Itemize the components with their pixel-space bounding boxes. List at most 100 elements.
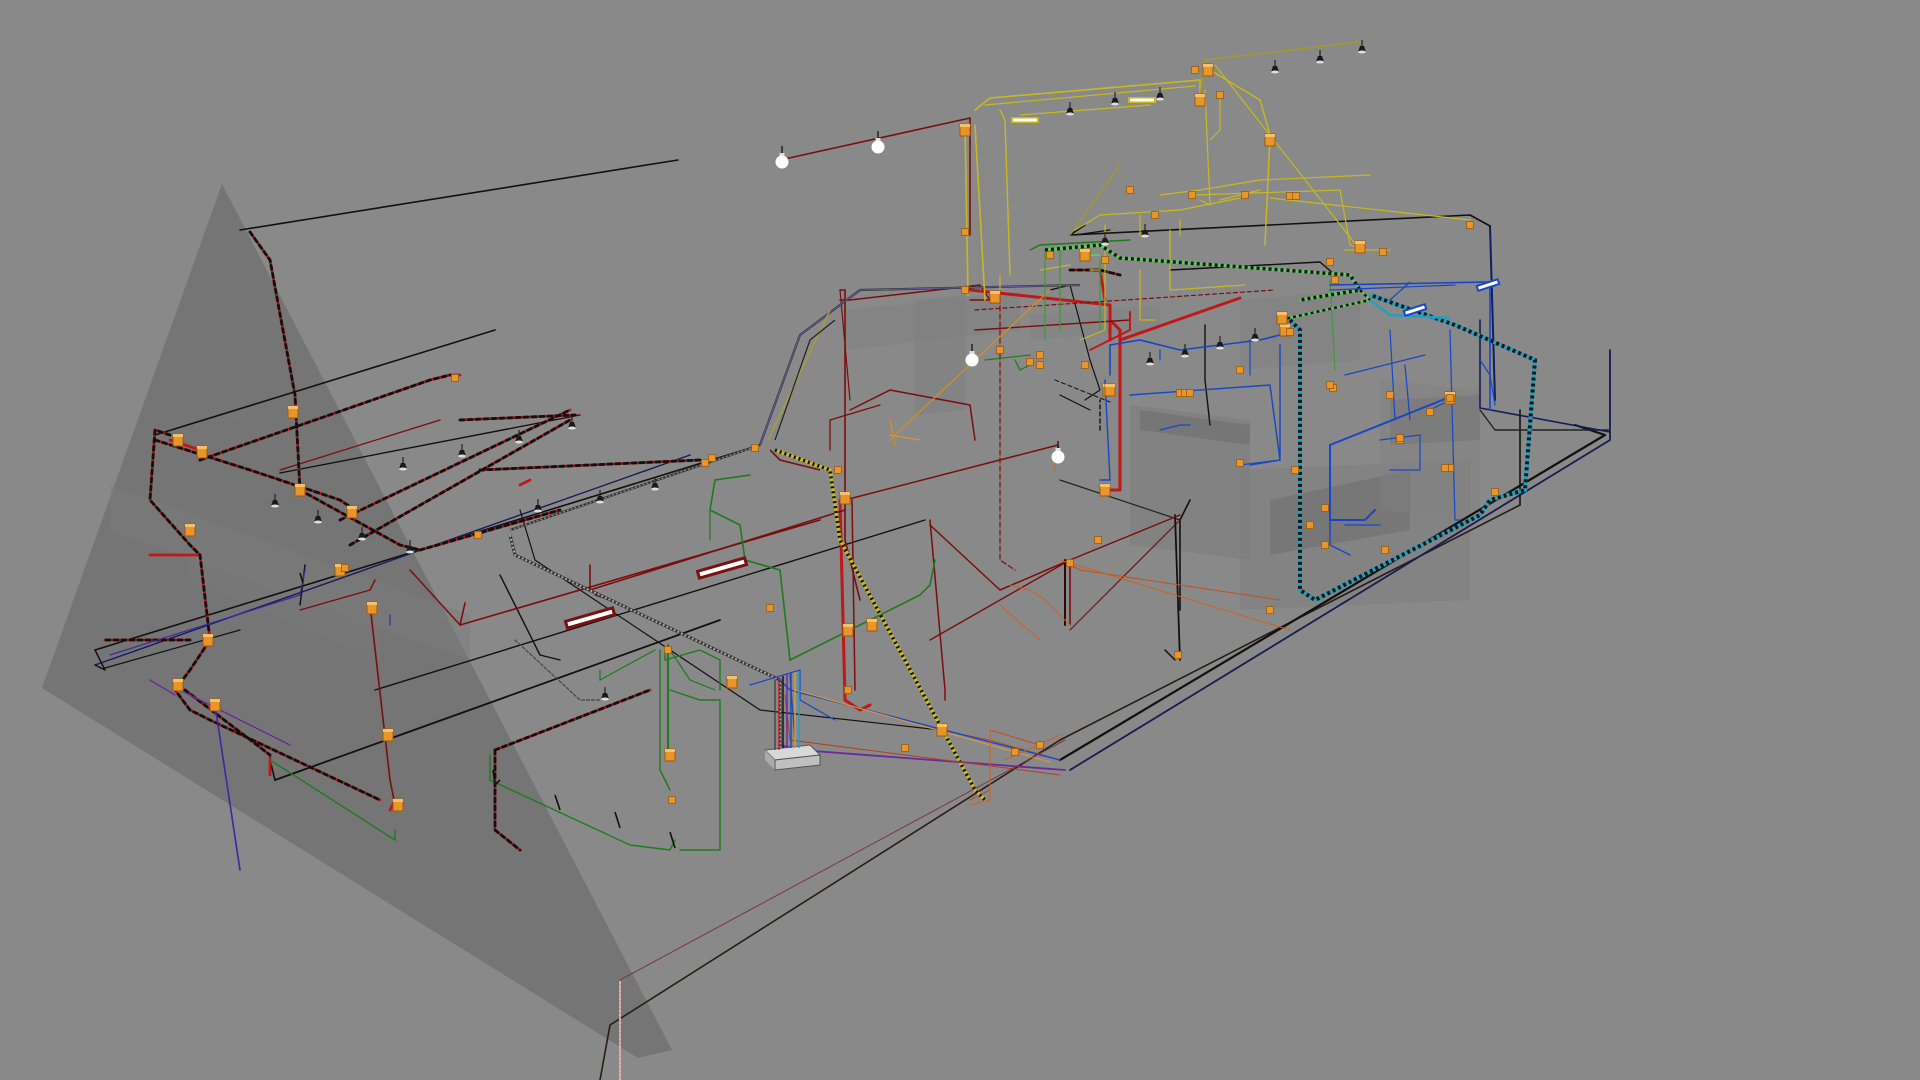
junction-box-icon	[1011, 748, 1019, 756]
junction-box-icon	[1441, 464, 1449, 472]
distribution-board[interactable]	[763, 672, 822, 771]
junction-box-icon	[294, 483, 306, 497]
junction-box-icon	[1104, 383, 1116, 397]
fluorescent-fixture-icon	[1128, 97, 1156, 103]
junction-box-icon	[1236, 366, 1244, 374]
junction-box-icon	[1396, 434, 1404, 442]
spot-light-icon	[595, 489, 605, 505]
junction-box-icon	[1381, 546, 1389, 554]
junction-box-icon	[172, 433, 184, 447]
junction-box-icon	[668, 796, 676, 804]
junction-box-icon	[1266, 606, 1274, 614]
junction-box-icon	[1186, 389, 1194, 397]
3d-viewport[interactable]	[0, 0, 1920, 1080]
spot-light-icon	[533, 498, 543, 514]
junction-box-icon	[1151, 211, 1159, 219]
junction-box-icon	[751, 444, 759, 452]
junction-box-icon	[1066, 559, 1074, 567]
junction-box-icon	[1099, 483, 1111, 497]
light-bulb-icon	[964, 343, 980, 368]
junction-box-icon	[382, 728, 394, 742]
fluorescent-fixture-icon	[1011, 117, 1039, 123]
junction-box-icon	[842, 623, 854, 637]
junction-box-icon	[1386, 391, 1394, 399]
junction-box-icon	[1126, 186, 1134, 194]
junction-box-icon	[346, 505, 358, 519]
junction-box-icon	[1202, 63, 1214, 77]
junction-box-icon	[701, 459, 709, 467]
junction-box-icon	[1036, 361, 1044, 369]
spot-light-icon	[457, 443, 467, 459]
junction-box-icon	[996, 346, 1004, 354]
junction-box-icon	[844, 686, 852, 694]
junction-box-icon	[1191, 66, 1199, 74]
junction-box-icon	[961, 228, 969, 236]
junction-box-icon	[1354, 240, 1366, 254]
light-bulb-icon	[774, 145, 790, 170]
spot-light-icon	[1315, 49, 1325, 65]
spot-light-icon	[1065, 101, 1075, 117]
junction-box-icon	[1094, 536, 1102, 544]
junction-box-icon	[341, 564, 349, 572]
junction-box-icon	[451, 374, 459, 382]
junction-box-icon	[834, 466, 842, 474]
junction-box-icon	[1426, 408, 1434, 416]
junction-box-icon	[1079, 248, 1091, 262]
junction-box-icon	[839, 491, 851, 505]
wiring-model-canvas[interactable]	[0, 0, 1920, 1080]
junction-box-icon	[1331, 276, 1339, 284]
junction-box-icon	[1026, 358, 1034, 366]
spot-light-icon	[1180, 343, 1190, 359]
light-bulb-icon	[870, 130, 886, 155]
junction-box-icon	[1446, 394, 1454, 402]
junction-box-icon	[936, 723, 948, 737]
junction-box-icon	[708, 454, 716, 462]
junction-box-icon	[1036, 351, 1044, 359]
junction-box-icon	[1291, 466, 1299, 474]
junction-box-icon	[1241, 191, 1249, 199]
junction-box-icon	[664, 646, 672, 654]
junction-box-icon	[766, 604, 774, 612]
junction-box-icon	[392, 798, 404, 812]
light-bulb-icon	[1050, 440, 1066, 465]
junction-box-icon	[989, 290, 1001, 304]
junction-box-icon	[172, 678, 184, 692]
junction-box-icon	[1292, 192, 1300, 200]
socket-icon	[614, 811, 621, 829]
junction-box-icon	[1236, 459, 1244, 467]
junction-box-icon	[1276, 311, 1288, 325]
junction-box-icon	[1286, 328, 1294, 336]
spot-light-icon	[1270, 59, 1280, 75]
shadow-layer	[42, 184, 1480, 1058]
junction-box-icon	[1321, 541, 1329, 549]
junction-box-icon	[209, 698, 221, 712]
junction-box-icon	[1216, 91, 1224, 99]
junction-box-icon	[1081, 361, 1089, 369]
spot-light-icon	[567, 415, 577, 431]
junction-box-icon	[866, 618, 878, 632]
junction-box-icon	[196, 445, 208, 459]
junction-box-icon	[474, 531, 482, 539]
junction-box-icon	[726, 675, 738, 689]
junction-box-icon	[1379, 248, 1387, 256]
junction-box-icon	[1306, 521, 1314, 529]
wiring-circuit-yellow[interactable]	[889, 41, 1471, 441]
socket-icon	[554, 794, 561, 811]
junction-box-icon	[1326, 381, 1334, 389]
spot-light-icon	[398, 456, 408, 472]
junction-box-icon	[961, 286, 969, 294]
spot-light-icon	[600, 686, 610, 702]
junction-box-icon	[664, 748, 676, 762]
junction-box-icon	[959, 123, 971, 137]
junction-box-icon	[1491, 488, 1499, 496]
junction-box-icon	[1101, 256, 1109, 264]
junction-box-icon	[287, 405, 299, 419]
spot-light-icon	[1215, 335, 1225, 351]
spot-light-icon	[1145, 351, 1155, 367]
junction-box-icon	[202, 633, 214, 647]
junction-box-icon	[1321, 504, 1329, 512]
junction-box-icon	[1466, 221, 1474, 229]
junction-box-icon	[1046, 251, 1054, 259]
junction-box-icon	[1036, 741, 1044, 749]
junction-box-icon	[366, 601, 378, 615]
